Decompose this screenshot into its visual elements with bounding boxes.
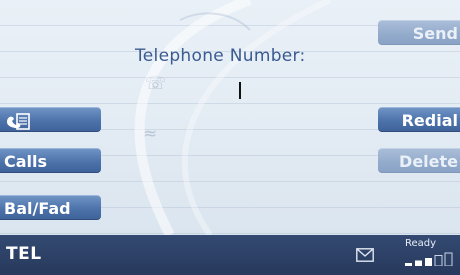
send-button[interactable]: Send bbox=[378, 20, 460, 45]
signal-bar bbox=[415, 260, 422, 266]
redial-button[interactable]: Redial bbox=[378, 107, 460, 132]
handset-watermark-icon: ☏ bbox=[145, 74, 167, 94]
calls-button[interactable]: Calls bbox=[0, 148, 101, 173]
envelope-icon bbox=[356, 248, 374, 262]
phonebook-icon bbox=[7, 113, 30, 130]
signal-bar bbox=[405, 263, 412, 266]
number-input-cursor[interactable] bbox=[239, 82, 241, 99]
tel-screen: ☏ ≈ Telephone Number: Calls Bal/Fad Send… bbox=[0, 0, 460, 275]
signal-bar bbox=[444, 252, 453, 266]
signal-strength-icon bbox=[405, 252, 453, 266]
mode-label: TEL bbox=[6, 244, 42, 264]
balance-fader-button[interactable]: Bal/Fad bbox=[0, 195, 101, 220]
phonebook-button[interactable] bbox=[0, 107, 101, 132]
page-title: Telephone Number: bbox=[135, 46, 306, 66]
signal-bar bbox=[425, 258, 432, 266]
status-bar: TEL Ready bbox=[0, 235, 460, 275]
signal-watermark-icon: ≈ bbox=[143, 124, 158, 144]
signal-bar bbox=[434, 255, 443, 266]
delete-button[interactable]: Delete bbox=[378, 148, 460, 173]
ready-status: Ready bbox=[405, 238, 437, 249]
